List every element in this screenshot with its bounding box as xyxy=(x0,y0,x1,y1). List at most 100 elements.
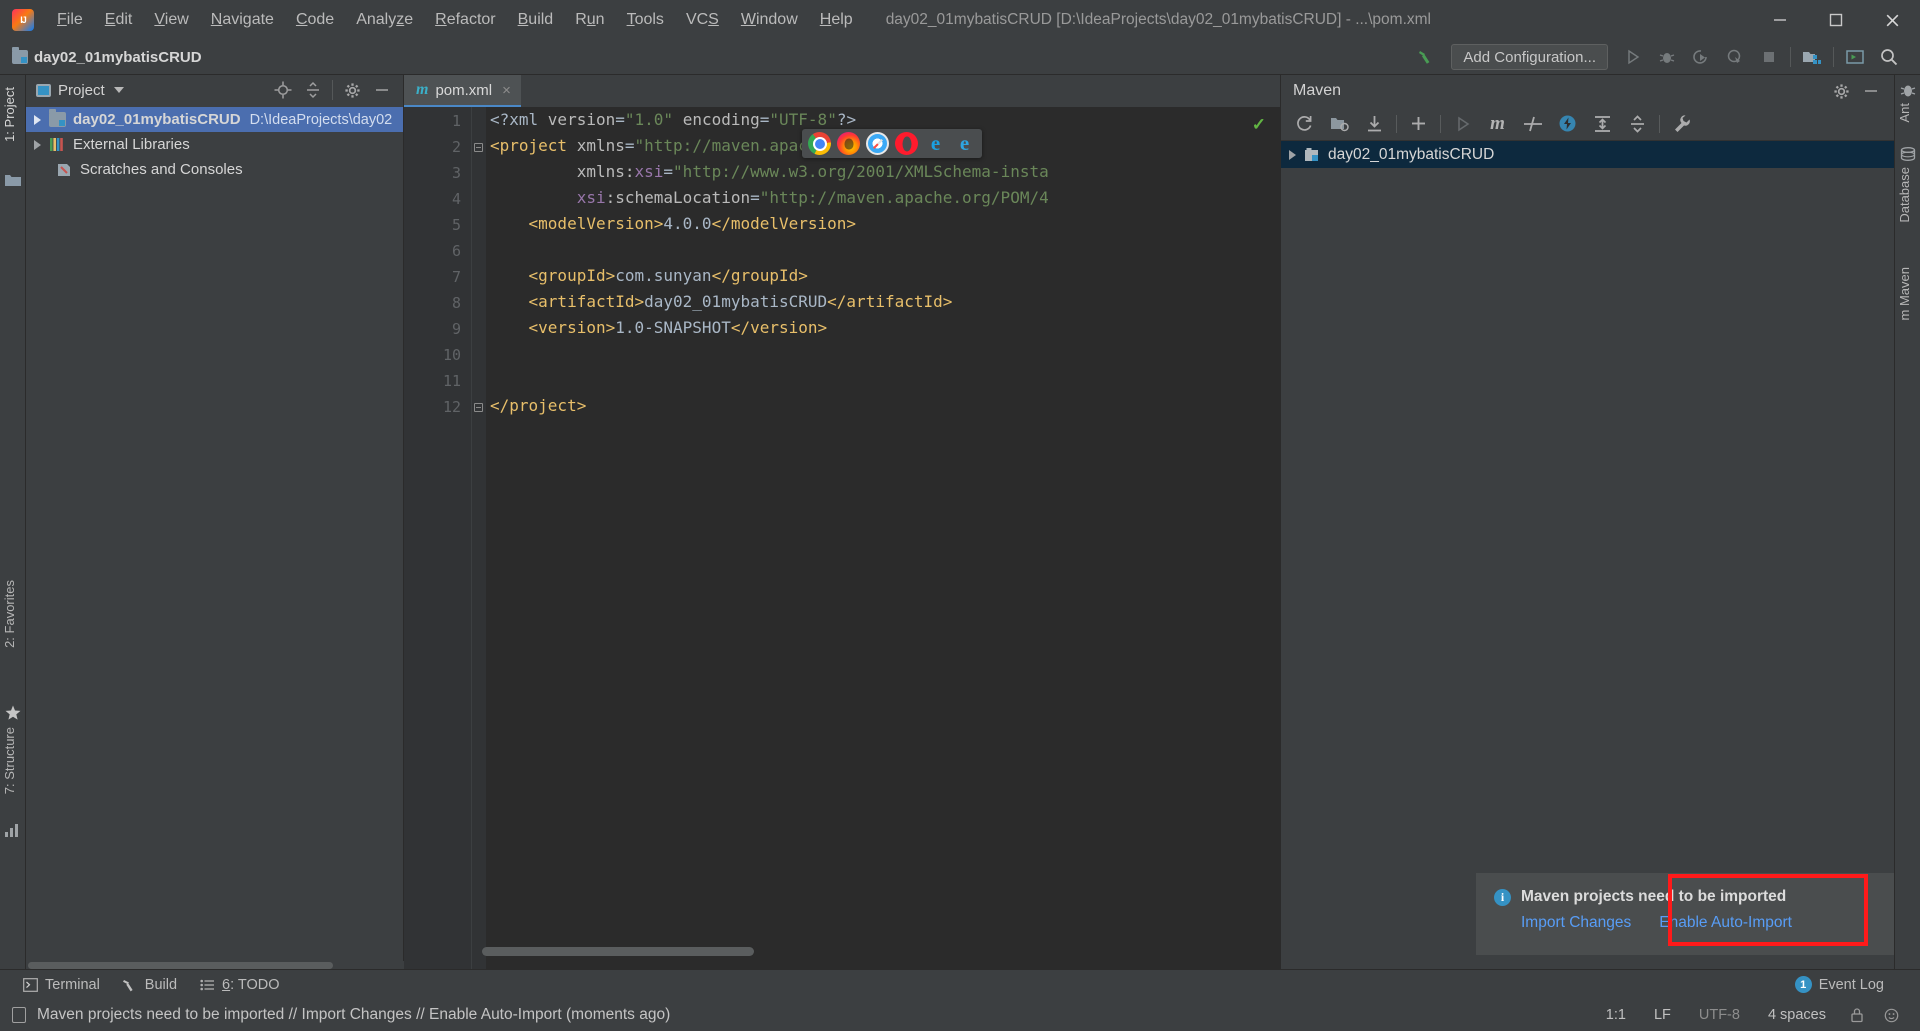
close-icon[interactable]: × xyxy=(502,82,511,99)
expand-arrow-icon[interactable] xyxy=(1289,149,1296,160)
settings-gear-icon[interactable] xyxy=(1826,78,1856,104)
collapse-all-icon[interactable] xyxy=(1620,109,1655,139)
add-configuration-button[interactable]: Add Configuration... xyxy=(1451,44,1608,70)
hide-icon[interactable] xyxy=(367,77,397,103)
project-panel-title: Project xyxy=(58,81,105,99)
menu-file[interactable]: FFileile xyxy=(46,8,94,32)
browser-launcher-popup[interactable]: e e xyxy=(802,129,982,158)
sidebar-tab-favorites[interactable]: 2: Favorites xyxy=(2,580,17,648)
toggle-skip-tests-icon[interactable] xyxy=(1515,109,1550,139)
profiler-icon[interactable] xyxy=(1718,42,1752,72)
download-sources-icon[interactable] xyxy=(1357,109,1392,139)
maven-panel-title: Maven xyxy=(1293,82,1342,99)
event-log-button[interactable]: 1 Event Log xyxy=(1794,976,1884,993)
code-editor[interactable]: 1 2 3 4 5 6 7 8 9 10 11 12 <?xml version… xyxy=(404,107,1280,969)
menu-refactor[interactable]: Refactor xyxy=(424,8,506,32)
menu-code[interactable]: Code xyxy=(285,8,345,32)
menu-navigate[interactable]: Navigate xyxy=(200,8,285,32)
chevron-down-icon[interactable] xyxy=(113,87,124,93)
internet-explorer-icon[interactable]: e xyxy=(924,131,947,155)
fold-region-icon[interactable] xyxy=(474,403,483,412)
project-panel-actions xyxy=(268,77,403,103)
chrome-icon[interactable] xyxy=(808,132,831,155)
sidebar-tab-database[interactable]: Database xyxy=(1897,167,1912,223)
expand-arrow-icon[interactable] xyxy=(34,114,41,125)
fold-region-icon[interactable] xyxy=(474,143,483,152)
tab-pom-xml[interactable]: m pom.xml × xyxy=(404,75,521,107)
toggle-offline-icon[interactable] xyxy=(1550,109,1585,139)
indent-setting[interactable]: 4 spaces xyxy=(1754,1007,1840,1023)
sidebar-tab-structure[interactable]: 7: Structure xyxy=(2,727,17,794)
search-everywhere-icon[interactable] xyxy=(1872,42,1906,72)
opera-icon[interactable] xyxy=(895,132,918,155)
run-icon[interactable] xyxy=(1616,42,1650,72)
firefox-icon[interactable] xyxy=(837,132,860,155)
tree-node-path: D:\IdeaProjects\day02 xyxy=(249,111,393,128)
file-encoding[interactable]: UTF-8 xyxy=(1685,1007,1754,1023)
line-separator[interactable]: LF xyxy=(1640,1007,1685,1023)
maximize-icon[interactable] xyxy=(1808,0,1864,40)
maven-settings-icon[interactable] xyxy=(1664,109,1699,139)
breadcrumb[interactable]: day02_01mybatisCRUD xyxy=(12,47,202,66)
hide-icon[interactable] xyxy=(1856,78,1886,104)
locate-icon[interactable] xyxy=(268,77,298,103)
status-message[interactable]: Maven projects need to be imported // Im… xyxy=(37,1006,670,1024)
maven-panel-header: Maven xyxy=(1281,75,1894,107)
inspection-face-icon[interactable] xyxy=(1874,1008,1908,1023)
build-hammer-icon[interactable] xyxy=(1409,42,1443,72)
intellij-idea-window: FFileile Edit View Navigate Code Analyze… xyxy=(0,0,1920,1031)
edge-icon[interactable]: e xyxy=(953,131,976,155)
sidebar-tab-project[interactable]: 1: Project xyxy=(2,87,17,142)
menu-help[interactable]: Help xyxy=(809,8,864,32)
execute-maven-goal-icon[interactable]: m xyxy=(1480,109,1515,139)
bottom-tab-todo[interactable]: 6: TODO xyxy=(199,977,280,993)
add-maven-project-icon[interactable] xyxy=(1401,109,1436,139)
menu-tools[interactable]: Tools xyxy=(616,8,675,32)
project-panel-hscrollbar[interactable] xyxy=(26,961,404,969)
menu-analyze[interactable]: Analyze xyxy=(345,8,424,32)
menu-view[interactable]: View xyxy=(143,8,199,32)
collapse-all-icon[interactable] xyxy=(298,77,328,103)
debug-icon[interactable] xyxy=(1650,42,1684,72)
stop-icon[interactable] xyxy=(1752,42,1786,72)
sidebar-tab-maven[interactable]: m Maven xyxy=(1897,267,1912,320)
maven-tree-row[interactable]: day02_01mybatisCRUD xyxy=(1281,141,1894,168)
todo-list-icon xyxy=(199,977,215,992)
editor-tabbar: m pom.xml × xyxy=(404,75,1280,107)
menu-vcs[interactable]: VCS xyxy=(675,8,730,32)
safari-icon[interactable] xyxy=(866,132,889,155)
close-icon[interactable] xyxy=(1864,0,1920,40)
read-only-lock-icon[interactable] xyxy=(1840,1007,1874,1023)
run-icon[interactable] xyxy=(1445,109,1480,139)
notification-title: Maven projects need to be imported xyxy=(1521,888,1787,905)
tree-row[interactable]: Scratches and Consoles xyxy=(26,157,403,182)
bottom-tab-terminal[interactable]: Terminal xyxy=(22,977,100,993)
menu-window[interactable]: Window xyxy=(730,8,809,32)
inspection-ok-icon[interactable]: ✓ xyxy=(1252,115,1266,135)
enable-auto-import-link[interactable]: Enable Auto-Import xyxy=(1659,914,1792,932)
expand-all-icon[interactable] xyxy=(1585,109,1620,139)
editor-hscrollbar-thumb[interactable] xyxy=(482,947,754,956)
expand-arrow-icon[interactable] xyxy=(34,139,41,150)
caret-position[interactable]: 1:1 xyxy=(1592,1007,1640,1023)
menu-edit[interactable]: Edit xyxy=(94,8,144,32)
code-content[interactable]: <?xml version="1.0" encoding="UTF-8"?> <… xyxy=(490,107,1280,969)
reimport-icon[interactable] xyxy=(1287,109,1322,139)
tree-row[interactable]: External Libraries xyxy=(26,132,403,157)
generate-sources-icon[interactable] xyxy=(1322,109,1357,139)
project-structure-icon[interactable] xyxy=(1795,42,1829,72)
run-coverage-icon[interactable] xyxy=(1684,42,1718,72)
import-changes-link[interactable]: Import Changes xyxy=(1521,914,1631,932)
settings-gear-icon[interactable] xyxy=(337,77,367,103)
status-bar: Maven projects need to be imported // Im… xyxy=(0,999,1920,1031)
status-message-icon[interactable] xyxy=(12,1007,26,1023)
menu-run[interactable]: Run xyxy=(564,8,615,32)
menu-build[interactable]: Build xyxy=(507,8,565,32)
bottom-tab-build[interactable]: Build xyxy=(122,977,177,993)
code-folding-column[interactable] xyxy=(472,107,486,969)
scrollbar-thumb[interactable] xyxy=(28,962,333,969)
tree-row[interactable]: day02_01mybatisCRUD D:\IdeaProjects\day0… xyxy=(26,107,403,132)
minimize-icon[interactable] xyxy=(1752,0,1808,40)
terminal-icon[interactable] xyxy=(1838,42,1872,72)
sidebar-tab-ant[interactable]: Ant xyxy=(1897,103,1912,123)
